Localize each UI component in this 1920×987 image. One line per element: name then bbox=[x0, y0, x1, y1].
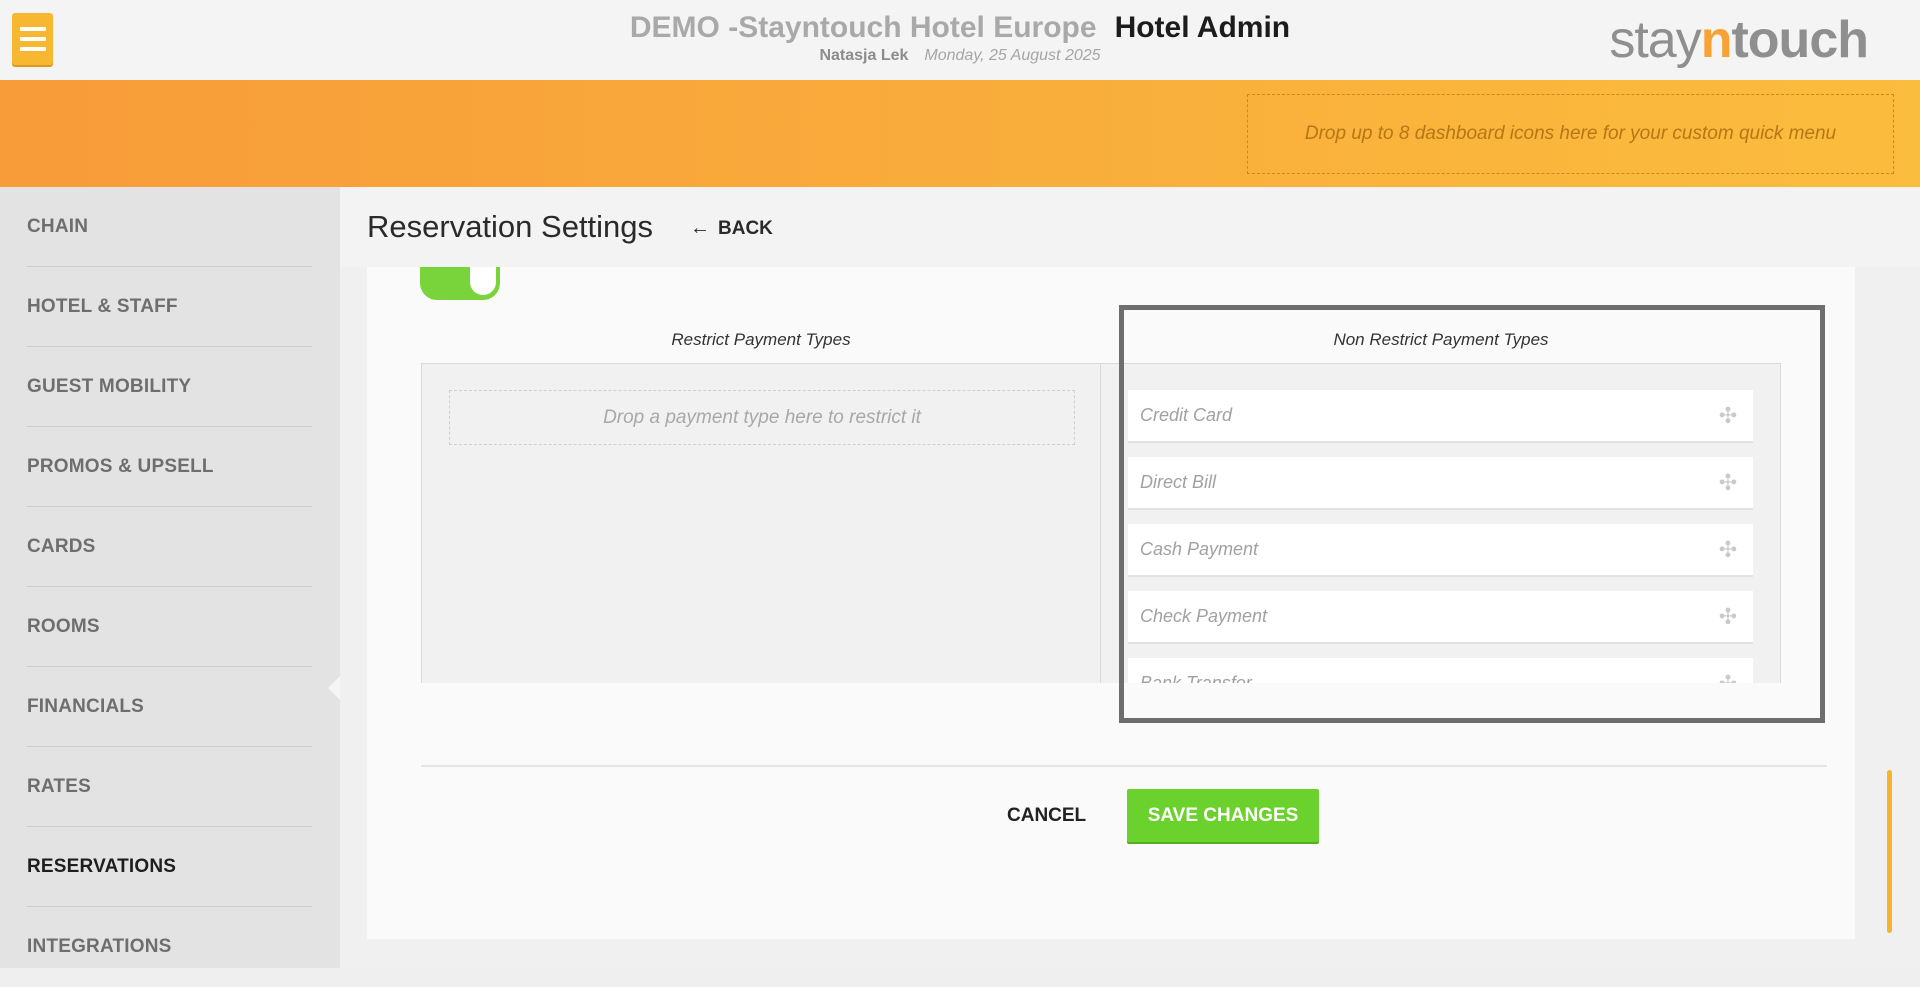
hotel-name: DEMO -Stayntouch Hotel Europe bbox=[629, 11, 1097, 44]
sidebar-item-integrations[interactable]: INTEGRATIONS bbox=[27, 907, 312, 987]
admin-sidebar: CHAIN HOTEL & STAFF GUEST MOBILITY PROMO… bbox=[0, 187, 340, 968]
arrow-left-icon: ← bbox=[690, 217, 710, 239]
settings-panel: Restrict Payment Types Non Restrict Paym… bbox=[367, 267, 1855, 939]
restrict-drop-zone[interactable]: Drop a payment type here to restrict it bbox=[449, 390, 1075, 445]
sidebar-item-promos-upsell[interactable]: PROMOS & UPSELL bbox=[27, 427, 312, 507]
back-button[interactable]: ← BACK bbox=[690, 217, 773, 240]
sidebar-item-financials[interactable]: FINANCIALS bbox=[27, 667, 312, 747]
sidebar-item-reservations[interactable]: RESERVATIONS bbox=[27, 827, 312, 907]
restrict-column-title: Restrict Payment Types bbox=[671, 330, 851, 349]
divider bbox=[421, 765, 1827, 767]
highlight-outline bbox=[1119, 305, 1825, 723]
cancel-button[interactable]: CANCEL bbox=[1007, 803, 1086, 829]
app-name: Hotel Admin bbox=[1114, 11, 1291, 44]
sidebar-item-hotel-staff[interactable]: HOTEL & STAFF bbox=[27, 267, 312, 347]
sidebar-item-rooms[interactable]: ROOMS bbox=[27, 587, 312, 667]
top-bar: DEMO -Stayntouch Hotel Europe Hotel Admin… bbox=[0, 0, 1920, 80]
sidebar-item-guest-mobility[interactable]: GUEST MOBILITY bbox=[27, 347, 312, 427]
scrollbar[interactable] bbox=[1887, 770, 1892, 933]
logo-part-stay: stay bbox=[1609, 11, 1701, 69]
stayntouch-logo: stayntouch bbox=[1609, 10, 1869, 70]
business-date: Monday, 25 August 2025 bbox=[924, 47, 1101, 64]
restrict-payment-toggle[interactable] bbox=[420, 267, 500, 300]
toggle-knob bbox=[470, 267, 496, 295]
main-content: Reservation Settings ← BACK Restrict Pay… bbox=[340, 187, 1920, 968]
page-header: Reservation Settings ← BACK bbox=[340, 187, 1920, 267]
logo-part-touch: touch bbox=[1731, 11, 1869, 69]
active-item-indicator bbox=[328, 676, 340, 700]
sidebar-item-cards[interactable]: CARDS bbox=[27, 507, 312, 587]
user-name: Natasja Lek bbox=[819, 47, 909, 64]
quick-menu-drop-zone[interactable]: Drop up to 8 dashboard icons here for yo… bbox=[1247, 94, 1894, 174]
save-changes-button[interactable]: SAVE CHANGES bbox=[1127, 789, 1319, 842]
back-label: BACK bbox=[718, 217, 773, 239]
logo-part-n: n bbox=[1700, 11, 1733, 69]
page-title: Reservation Settings bbox=[367, 209, 654, 244]
dashboard-banner: Drop up to 8 dashboard icons here for yo… bbox=[0, 80, 1920, 187]
sidebar-item-rates[interactable]: RATES bbox=[27, 747, 312, 827]
restrict-payment-list[interactable]: Drop a payment type here to restrict it bbox=[421, 363, 1101, 683]
sidebar-item-chain[interactable]: CHAIN bbox=[27, 187, 312, 267]
